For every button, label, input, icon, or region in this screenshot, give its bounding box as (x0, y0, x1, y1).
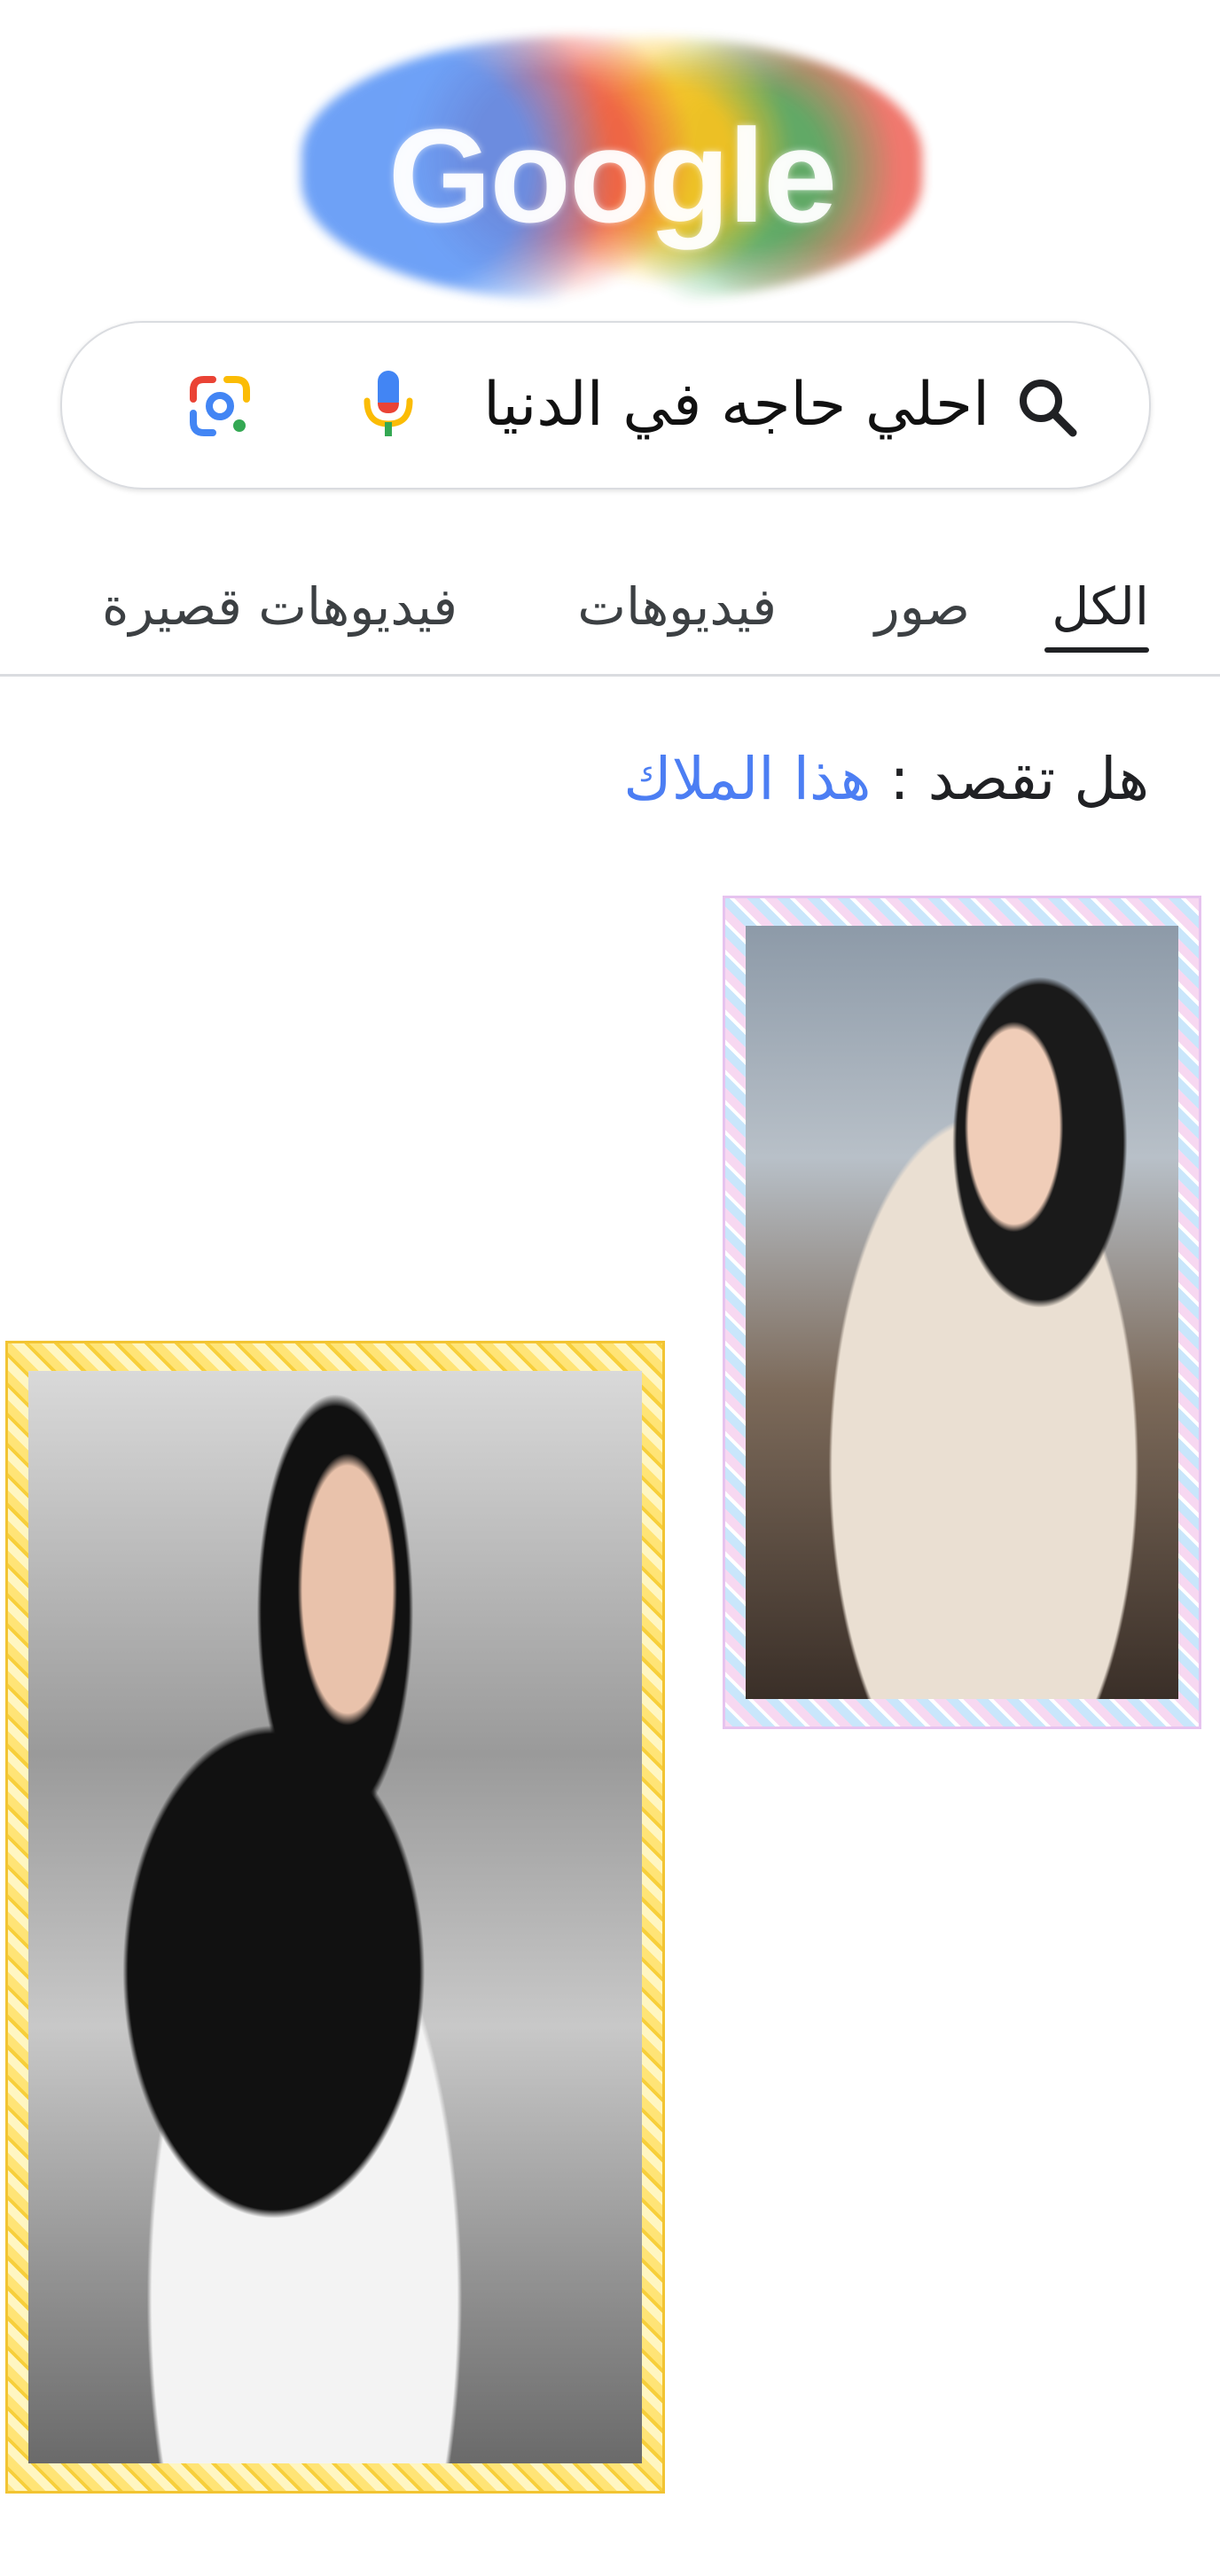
logo-text: Google (387, 101, 838, 250)
tab-videos[interactable]: فيديوهات (577, 576, 777, 637)
search-icon[interactable] (1016, 376, 1078, 438)
search-query[interactable]: احلي حاجه في الدنيا (483, 323, 989, 488)
did-you-mean: هل تقصد : هذا الملاك (623, 745, 1149, 813)
tab-short-videos[interactable]: فيديوهات قصيرة (102, 576, 458, 637)
photo-1[interactable] (746, 926, 1178, 1699)
search-bar[interactable]: احلي حاجه في الدنيا (60, 321, 1151, 489)
did-you-mean-suggestion[interactable]: هذا الملاك (623, 745, 871, 813)
photo-2[interactable] (28, 1371, 642, 2463)
camera-lens-icon[interactable] (186, 372, 254, 440)
did-you-mean-label: هل تقصد : (889, 745, 1149, 813)
photo-2-frame[interactable] (5, 1341, 665, 2494)
tabs-scroll-fade (0, 576, 98, 665)
tab-all[interactable]: الكل (1052, 576, 1149, 637)
photo-1-frame[interactable] (723, 896, 1201, 1729)
tab-images[interactable]: صور (875, 576, 970, 637)
tabs-divider (0, 674, 1220, 677)
search-tabs: الكل صور فيديوهات فيديوهات قصيرة (0, 550, 1220, 674)
active-tab-indicator (1044, 647, 1149, 653)
google-logo[interactable]: Google (301, 35, 922, 301)
mic-icon[interactable] (360, 367, 417, 443)
